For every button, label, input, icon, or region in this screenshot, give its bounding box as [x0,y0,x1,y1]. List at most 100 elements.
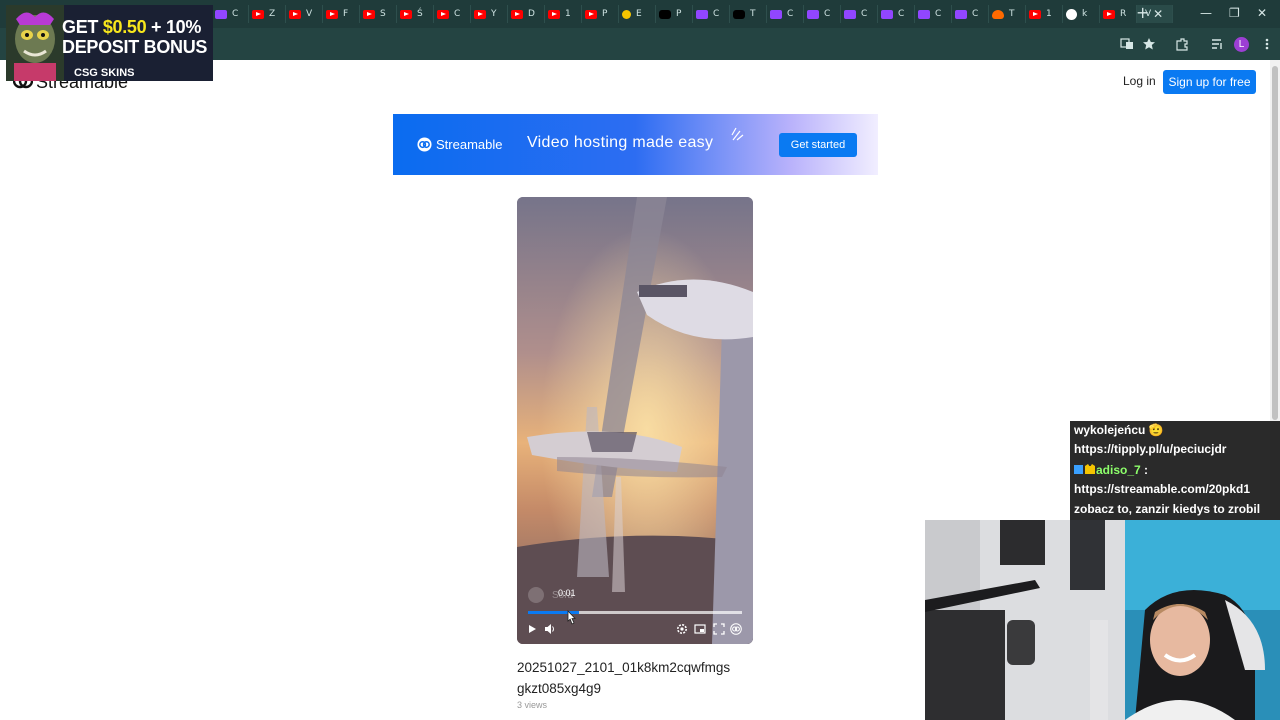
webcam-feed [925,520,1280,720]
youtube-icon [363,9,375,19]
browser-tab[interactable]: Y [471,5,508,23]
extensions-icon[interactable] [1175,37,1189,51]
view-count: 3 views [517,700,548,710]
browser-tab[interactable]: C [915,5,952,23]
twitch-icon [881,9,893,19]
browser-tab[interactable]: 1 [545,5,582,23]
browser-tab[interactable]: T [730,5,767,23]
chat-message-text: zobacz to, zanzir kiedys to zrobil [1074,502,1261,516]
twitch-icon [918,9,930,19]
browser-tab[interactable]: C [767,5,804,23]
signup-button[interactable]: Sign up for free [1163,70,1256,94]
tab-list: C Z V F S Ś C Y D 1 P E P C T C C C C C C T 1 k R V ✕ [212,5,1173,23]
ad-headline: GET $0.50 + 10% [62,17,201,38]
get-started-button[interactable]: Get started [779,133,857,157]
chat-separator: : [1140,463,1149,477]
settings-icon[interactable] [676,623,688,635]
webcam-overlay [925,520,1280,720]
youtube-icon [474,9,486,19]
progress-bar[interactable] [528,611,742,614]
browser-tab[interactable]: E [619,5,656,23]
tab-title: C [454,9,461,19]
login-link[interactable]: Log in [1123,74,1156,88]
tab-title: V [306,9,313,19]
twitch-icon [696,9,708,19]
banner-brand: Streamable [436,137,503,152]
twitch-icon [807,9,819,19]
tab-title: C [935,9,942,19]
tab-title: Ś [417,9,423,19]
browser-tab[interactable]: C [952,5,989,23]
chat-badges-icon [1074,464,1095,474]
tab-title: C [972,9,979,19]
tab-title: C [787,9,794,19]
promo-banner[interactable]: Streamable Video hosting made easy Get s… [393,114,878,175]
youtube-icon [326,9,338,19]
close-window-button[interactable]: ✕ [1257,6,1267,20]
close-tab-icon[interactable]: ✕ [1153,7,1163,21]
youtube-icon [1029,9,1041,19]
picture-in-picture-icon[interactable] [694,623,706,635]
streamable-logo-icon [417,137,432,152]
bookmark-star-icon[interactable] [1142,37,1156,51]
translate-icon[interactable] [1120,37,1134,51]
fire-icon [992,9,1004,19]
twitch-icon [955,9,967,19]
browser-tab[interactable]: C [878,5,915,23]
tab-title: Y [491,9,497,19]
browser-tab[interactable]: C [434,5,471,23]
play-icon[interactable] [526,623,538,635]
browser-tab[interactable]: D [508,5,545,23]
browser-tab[interactable]: C [212,5,249,23]
sparkle-icon [731,127,744,141]
volume-icon[interactable] [544,623,556,635]
google-icon [1066,8,1077,20]
screen: C Z V F S Ś C Y D 1 P E P C T C C C C C C T 1 k R V ✕ + — ❐ ✕ L St… [0,0,1280,720]
browser-tab[interactable]: S [360,5,397,23]
tab-title: R [1120,9,1127,19]
scroll-thumb[interactable] [1272,66,1278,420]
media-queue-icon[interactable] [1210,37,1224,51]
browser-menu-icon[interactable] [1260,37,1274,51]
ad-prefix: GET [62,17,103,37]
browser-tab[interactable]: C [841,5,878,23]
chat-message-text: https://streamable.com/20pkd1 [1074,482,1251,496]
tab-title: Z [269,9,276,19]
ad-suffix: + 10% [146,17,202,37]
browser-tab[interactable]: T [989,5,1026,23]
emoji-icon [622,9,631,19]
tab-title: P [676,9,682,19]
fullscreen-icon[interactable] [713,623,725,635]
browser-tab[interactable]: Z [249,5,286,23]
chat-message-text: wykolejeńcu 🫡 [1074,423,1164,437]
tab-title: C [232,9,239,19]
new-tab-button[interactable]: + [1136,5,1149,21]
time-tooltip: 0:01 [558,588,576,598]
browser-tab[interactable]: 1 [1026,5,1063,23]
stream-chat-overlay: wykolejeńcu 🫡 https://tipply.pl/u/peciuc… [1070,421,1280,520]
ad-brand: CSG SKINS [74,67,135,79]
banner-slogan: Video hosting made easy [527,134,714,151]
tab-title: k [1082,9,1088,19]
browser-tab[interactable]: C [804,5,841,23]
streamable-icon[interactable] [730,623,742,635]
tiktok-icon [659,9,671,19]
minimize-button[interactable]: — [1200,6,1212,20]
browser-tab[interactable]: F [323,5,360,23]
youtube-icon [585,9,597,19]
ad-character-icon [6,5,64,81]
profile-avatar[interactable]: L [1234,37,1249,52]
mouse-cursor-icon [567,610,576,625]
chat-username: adiso_7 [1096,463,1141,477]
browser-tab[interactable]: C [693,5,730,23]
browser-tab[interactable]: V [286,5,323,23]
browser-tab[interactable]: Ś [397,5,434,23]
browser-tab[interactable]: P [656,5,693,23]
browser-tab[interactable]: P [582,5,619,23]
video-player[interactable]: Sora 0:01 [517,197,753,644]
tab-title: 1 [1046,9,1052,19]
browser-tab[interactable]: k [1063,5,1100,23]
restore-button[interactable]: ❐ [1229,6,1240,20]
youtube-icon [511,9,523,19]
browser-tab[interactable]: R [1100,5,1137,23]
